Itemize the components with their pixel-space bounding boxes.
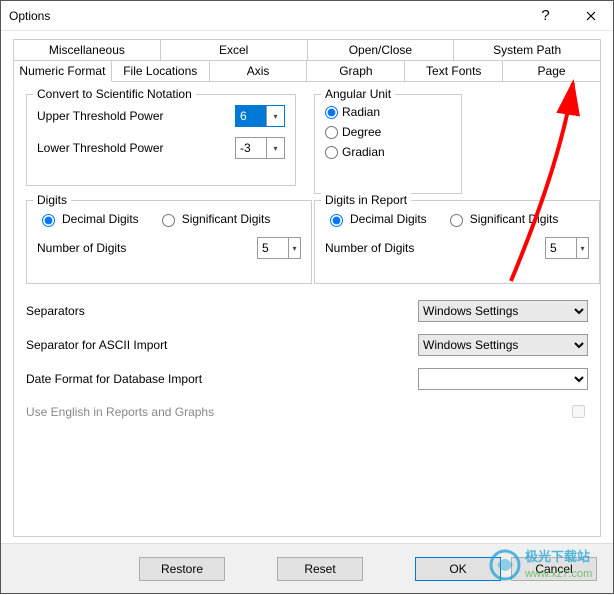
chevron-down-icon[interactable]: ▾ (576, 238, 588, 258)
button-bar: Restore Reset OK Cancel (1, 543, 613, 593)
tab-area: Miscellaneous Excel Open/Close System Pa… (13, 39, 601, 537)
ok-button[interactable]: OK (415, 557, 501, 581)
radio-label: Significant Digits (470, 212, 559, 226)
radio-label: Degree (342, 125, 381, 139)
tab-axis[interactable]: Axis (209, 60, 308, 82)
tab-excel[interactable]: Excel (160, 39, 308, 60)
group-legend: Digits (33, 193, 71, 207)
radio-decimal-digits-report[interactable]: Decimal Digits (325, 211, 427, 227)
number-of-digits-report-spinner[interactable]: ▾ (545, 237, 589, 259)
number-of-digits-report-input[interactable] (546, 238, 576, 258)
tab-row-2: Numeric Format File Locations Axis Graph… (13, 60, 601, 82)
help-button[interactable]: ? (523, 1, 568, 31)
tab-system-path[interactable]: System Path (453, 39, 601, 60)
titlebar: Options ? (1, 1, 613, 31)
upper-threshold-label: Upper Threshold Power (37, 109, 235, 123)
window-title: Options (1, 9, 523, 23)
group-legend: Convert to Scientific Notation (33, 87, 196, 101)
group-scientific-notation: Convert to Scientific Notation Upper Thr… (26, 94, 296, 186)
separators-label: Separators (26, 304, 418, 318)
close-button[interactable] (568, 1, 613, 31)
chevron-down-icon[interactable]: ▾ (266, 106, 284, 126)
radio-input[interactable] (325, 126, 338, 139)
row-use-english: Use English in Reports and Graphs (26, 402, 588, 421)
tab-content: Convert to Scientific Notation Upper Thr… (13, 81, 601, 537)
row-ascii-separator: Separator for ASCII Import Windows Setti… (26, 334, 588, 356)
separators-select[interactable]: Windows Settings (418, 300, 588, 322)
date-format-label: Date Format for Database Import (26, 372, 418, 386)
lower-threshold-spinner[interactable]: ▾ (235, 137, 285, 159)
lower-threshold-input[interactable] (236, 138, 266, 158)
radio-gradian[interactable]: Gradian (325, 145, 451, 159)
restore-button[interactable]: Restore (139, 557, 225, 581)
group-legend: Angular Unit (321, 87, 395, 101)
tab-miscellaneous[interactable]: Miscellaneous (13, 39, 161, 60)
radio-label: Decimal Digits (62, 212, 139, 226)
radio-input[interactable] (325, 146, 338, 159)
radio-input[interactable] (162, 214, 175, 227)
tab-file-locations[interactable]: File Locations (111, 60, 210, 82)
radio-decimal-digits[interactable]: Decimal Digits (37, 211, 139, 227)
tab-graph[interactable]: Graph (306, 60, 405, 82)
tab-row-1: Miscellaneous Excel Open/Close System Pa… (13, 39, 601, 60)
use-english-checkbox[interactable] (572, 405, 585, 418)
group-legend: Digits in Report (321, 193, 411, 207)
date-format-select[interactable] (418, 368, 588, 390)
close-icon (586, 11, 596, 21)
radio-input[interactable] (325, 106, 338, 119)
use-english-label: Use English in Reports and Graphs (26, 405, 568, 419)
chevron-down-icon[interactable]: ▾ (266, 138, 284, 158)
cancel-button[interactable]: Cancel (511, 557, 597, 581)
ascii-separator-label: Separator for ASCII Import (26, 338, 418, 352)
radio-significant-digits-report[interactable]: Significant Digits (445, 211, 559, 227)
number-of-digits-input[interactable] (258, 238, 288, 258)
radio-label: Significant Digits (182, 212, 271, 226)
tab-text-fonts[interactable]: Text Fonts (404, 60, 503, 82)
upper-threshold-spinner[interactable]: ▾ (235, 105, 285, 127)
radio-input[interactable] (450, 214, 463, 227)
group-digits: Digits Decimal Digits Significant Digits… (26, 200, 312, 284)
radio-input[interactable] (42, 214, 55, 227)
row-date-format: Date Format for Database Import (26, 368, 588, 390)
radio-radian[interactable]: Radian (325, 105, 451, 119)
tab-numeric-format[interactable]: Numeric Format (13, 60, 112, 82)
ascii-separator-select[interactable]: Windows Settings (418, 334, 588, 356)
radio-label: Radian (342, 105, 380, 119)
tab-page[interactable]: Page (502, 60, 601, 82)
number-of-digits-label: Number of Digits (37, 241, 257, 255)
radio-label: Gradian (342, 145, 385, 159)
chevron-down-icon[interactable]: ▾ (288, 238, 300, 258)
reset-button[interactable]: Reset (277, 557, 363, 581)
radio-degree[interactable]: Degree (325, 125, 451, 139)
lower-threshold-label: Lower Threshold Power (37, 141, 235, 155)
radio-significant-digits[interactable]: Significant Digits (157, 211, 271, 227)
upper-threshold-input[interactable] (236, 106, 266, 126)
group-digits-in-report: Digits in Report Decimal Digits Signific… (314, 200, 600, 284)
number-of-digits-spinner[interactable]: ▾ (257, 237, 301, 259)
group-angular-unit: Angular Unit Radian Degree Gradian (314, 94, 462, 194)
radio-label: Decimal Digits (350, 212, 427, 226)
number-of-digits-report-label: Number of Digits (325, 241, 545, 255)
row-separators: Separators Windows Settings (26, 300, 588, 322)
radio-input[interactable] (330, 214, 343, 227)
tab-open-close[interactable]: Open/Close (307, 39, 455, 60)
